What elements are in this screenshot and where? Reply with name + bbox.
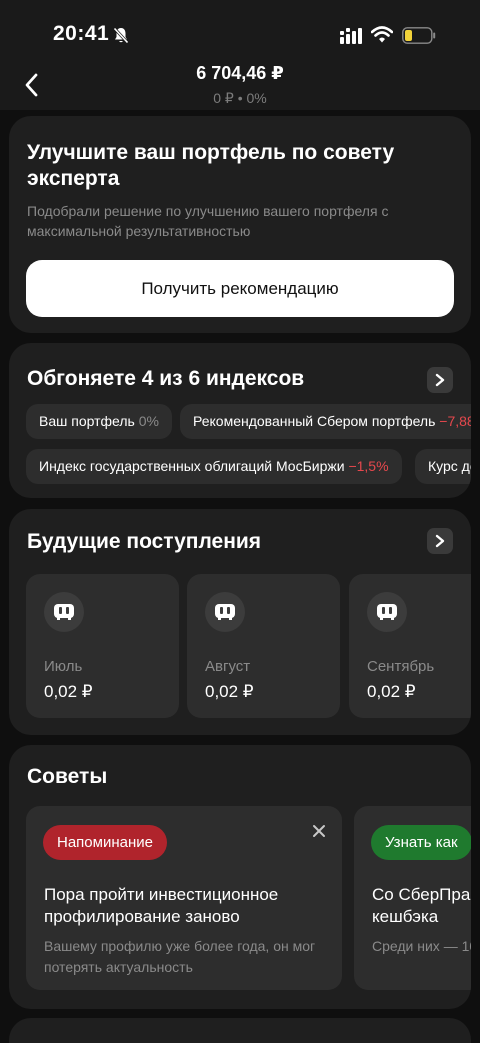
portfolio-balance: 6 704,46 ₽ (196, 63, 284, 83)
index-chip-label: Индекс государственных облигаций МосБирж… (39, 458, 345, 474)
get-recommendation-button[interactable]: Получить рекомендацию (26, 260, 454, 317)
index-chip-label: Ваш портфель (39, 413, 135, 429)
chevron-right-icon (435, 373, 445, 387)
payment-month: Август (205, 658, 251, 675)
index-chip-value: −1,5% (348, 458, 389, 474)
payment-tile[interactable]: Июль 0,02 ₽ (26, 574, 179, 718)
tip-description: Среди них — 10% на покупки (372, 938, 471, 954)
tip-badge: Напоминание (43, 825, 167, 860)
tip-card[interactable]: Напоминание Пора пройти инвестиционное п… (26, 806, 342, 990)
indexes-open-button[interactable] (427, 367, 453, 393)
index-chip[interactable]: Курс доллара (415, 449, 471, 484)
advice-subtitle: Подобрали решение по улучшению вашего по… (27, 203, 389, 239)
coupon-icon (367, 592, 407, 632)
chevron-right-icon (435, 534, 445, 548)
wifi-icon (371, 26, 393, 43)
index-chip[interactable]: Рекомендованный Сбером портфель −7,88% (180, 404, 471, 439)
payment-month: Сентябрь (367, 658, 435, 675)
payment-tile[interactable]: Сентябрь 0,02 ₽ (349, 574, 471, 718)
payments-open-button[interactable] (427, 528, 453, 554)
advice-title: Улучшите ваш портфель по совету эксперта (27, 141, 395, 190)
status-time: 20:41 (53, 22, 110, 45)
status-bar: 20:41 (0, 0, 480, 64)
index-chip[interactable]: Ваш портфель 0% (26, 404, 172, 439)
index-chip-label: Курс доллара (428, 458, 471, 474)
indexes-title: Обгоняете 4 из 6 индексов (27, 367, 305, 390)
coupon-icon (205, 592, 245, 632)
portfolio-change: 0 ₽ • 0% (213, 90, 267, 106)
tip-card[interactable]: Узнать как Со СберПрайм выбирайте катего… (354, 806, 471, 990)
tip-badge: Узнать как (371, 825, 471, 860)
tip-description: Вашему профилю уже более года, он мог по… (44, 938, 316, 975)
cellular-signal-icon (340, 28, 362, 44)
index-chip-value: −7,88% (439, 413, 471, 429)
tip-title: Пора пройти инвестиционное профилировани… (44, 885, 279, 926)
payment-month: Июль (44, 658, 83, 675)
tips-title: Советы (27, 765, 108, 788)
portfolio-header: 6 704,46 ₽ 0 ₽ • 0% (0, 63, 480, 110)
tip-title: Со СберПрайм выбирайте категорий кешбэка (372, 885, 471, 926)
payments-title: Будущие поступления (27, 530, 262, 553)
future-payments-card[interactable]: Будущие поступления Июль 0,02 ₽ Август 0… (9, 509, 471, 735)
next-section-card (9, 1018, 471, 1043)
index-chip[interactable]: Индекс государственных облигаций МосБирж… (26, 449, 402, 484)
indexes-card[interactable]: Обгоняете 4 из 6 индексов Ваш портфель 0… (9, 343, 471, 498)
expert-advice-card: Улучшите ваш портфель по совету эксперта… (9, 116, 471, 333)
battery-icon (402, 27, 436, 44)
index-chip-value: 0% (138, 413, 159, 429)
payment-amount: 0,02 ₽ (44, 682, 93, 701)
tips-card: Советы Напоминание Пора пройти инвестици… (9, 745, 471, 1009)
coupon-icon (44, 592, 84, 632)
index-chip-label: Рекомендованный Сбером портфель (193, 413, 436, 429)
payment-tile[interactable]: Август 0,02 ₽ (187, 574, 340, 718)
bell-muted-icon (113, 27, 129, 44)
payment-amount: 0,02 ₽ (367, 682, 416, 701)
close-icon[interactable] (312, 824, 326, 838)
payment-amount: 0,02 ₽ (205, 682, 254, 701)
